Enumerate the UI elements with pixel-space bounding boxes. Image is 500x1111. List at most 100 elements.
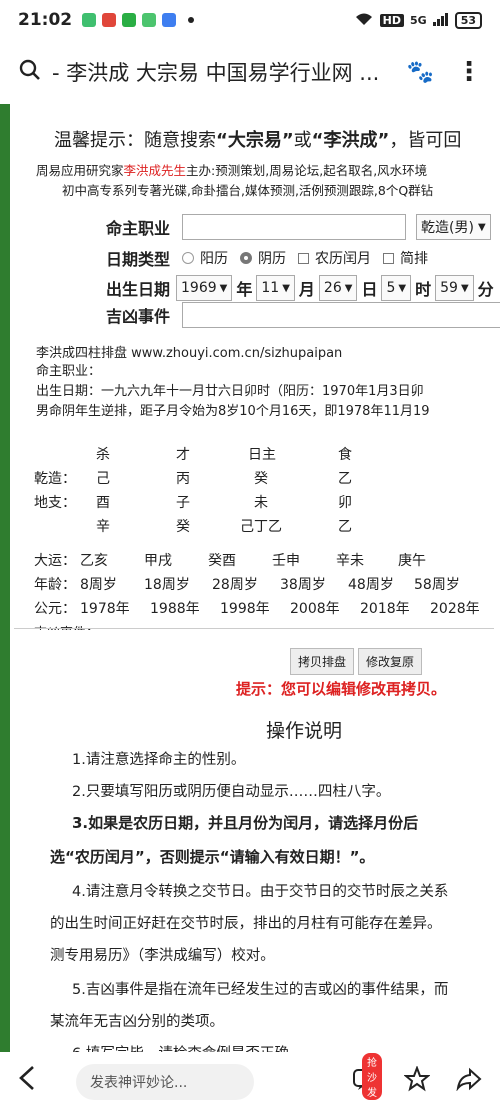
page-title[interactable]: - 李洪成 大宗易 中国易学行业网 ... [52,57,399,87]
dayun-cell: 甲戌 [144,553,172,569]
status-time: 21:02 [18,10,73,30]
intro-a: 周易应用研究家 [36,163,124,178]
hour-select[interactable]: 5 ▼ [381,275,412,301]
hour-unit: 时 [415,280,432,299]
instruction-3a: 3.如果是农历日期，并且月份为闰月，请选择月份后 [72,814,419,832]
branch-cell: 子 [176,495,190,511]
year-cell: 1988年 [150,601,200,617]
web-page[interactable]: 温馨提示：随意搜索“大宗易”或“李洪成”，皆可回 周易应用研究家李洪成先生主办:… [0,104,500,1052]
simple-label: 简排 [400,251,429,267]
more-notifications-icon [188,17,195,23]
year-arrow-icon: ▼ [219,282,228,294]
instruction-2: 2.只要填写阳历或阴历便自动显示……四柱八字。 [72,784,391,800]
age-label: 年龄： [34,577,76,593]
instruction-5a: 5.吉凶事件是指在流年已经发生过的吉或凶的事件结果，而 [72,982,449,998]
age-cell: 8周岁 [80,577,117,593]
age-cell: 18周岁 [144,577,190,593]
tip-keyword-2: “李洪成” [311,130,390,151]
battery-level: 53 [460,13,476,27]
copy-chart-button[interactable]: 拷贝排盘 [290,648,355,675]
year-cell: 2018年 [360,601,410,617]
intro-line-2: 初中高专系列专著光碟,命卦擂台,媒体预测,活例预测跟踪,8个Q群钻 [62,183,434,198]
search-icon[interactable] [18,58,42,86]
instruction-4a: 4.请注意月令转换之交节日。由于交节日的交节时辰之关系 [72,884,449,900]
event-input[interactable] [182,302,500,328]
comment-input[interactable]: 发表神评妙论... [76,1063,254,1100]
star-icon[interactable] [403,1064,431,1098]
baidu-paw-icon[interactable]: 🐾 [407,60,434,85]
intro-b: 主办:预测策划,周易论坛,起名取名,风水环境 [186,163,428,178]
datetype-label: 日期类型 [106,250,171,269]
left-green-border [0,104,10,1052]
cloud-notification-icon [162,13,177,27]
news-notification-icon [102,13,117,27]
instruction-1: 1.请注意选择命主的性别。 [72,752,246,768]
lunar-label: 阴历 [258,251,287,267]
action-buttons: 拷贝排盘 修改复原 [290,648,423,675]
event-row: 吉凶事件 [106,302,500,328]
minute-unit: 分 [477,280,494,299]
year-cell: 2028年 [430,601,480,617]
branch-cell: 卯 [338,495,352,511]
dropdown-arrow-icon: ▼ [477,221,486,233]
simple-checkbox[interactable] [383,252,395,264]
age-cell: 28周岁 [212,577,258,593]
gender-select[interactable]: 乾造(男) ▼ [416,214,491,240]
solar-radio[interactable] [182,252,195,264]
month-unit: 月 [298,280,315,299]
browser-top-bar: - 李洪成 大宗易 中国易学行业网 ... 🐾 ⋮ [0,40,500,104]
god-cell: 食 [338,447,352,463]
minute-select[interactable]: 59 ▼ [435,275,474,301]
year-cell: 1978年 [80,601,130,617]
result-line-4: 男命阴年生逆排，距子月令始为8岁10个月16天，即1978年11月19 [36,404,430,419]
comment-placeholder: 发表神评妙论... [90,1074,188,1091]
instruction-4c: 测专用易历》（李洪成编写）校对。 [50,948,275,964]
stem-cell: 乙 [338,471,352,487]
dayun-cell: 庚午 [398,553,426,569]
tip-prefix: 温馨提示：随意搜索 [54,130,216,151]
year-select[interactable]: 1969 ▼ [176,275,233,301]
month-select[interactable]: 11 ▼ [256,275,295,301]
lunar-radio[interactable] [240,252,253,264]
more-menu-icon[interactable]: ⋮ [456,57,482,87]
section-divider [14,628,494,629]
share-icon[interactable] [456,1067,482,1097]
sofa-badge: 抢沙发 [362,1052,382,1100]
age-cell: 48周岁 [348,577,394,593]
hour-value: 5 [386,280,396,296]
app-notification-icon [82,13,97,27]
instruction-3b: 选“农历闰月”，否则提示“请输入有效日期！”。 [50,848,375,866]
leap-month-label: 农历闰月 [315,251,372,267]
network-5g-label: 5G [410,13,427,27]
day-unit: 日 [361,280,378,299]
job-label: 命主职业 [106,219,171,238]
day-select[interactable]: 26 ▼ [318,275,358,301]
god-cell: 才 [176,447,190,463]
wifi-icon [354,12,374,29]
day-arrow-icon: ▼ [344,282,353,294]
tip-keyword-1: “大宗易” [216,130,294,151]
day-value: 26 [323,280,342,296]
intro-name-link[interactable]: 李洪成先生 [124,163,187,178]
hd-badge: HD [379,13,404,27]
tip-suffix: ，皆可回 [389,130,462,151]
job-input[interactable] [182,214,407,240]
hour-arrow-icon: ▼ [398,282,407,294]
branch-label: 地支： [34,495,76,511]
year-cell: 1998年 [220,601,270,617]
comment-icon[interactable]: 抢沙发 [352,1052,382,1100]
dayun-cell: 辛未 [336,553,364,569]
age-cell: 38周岁 [280,577,326,593]
wechat-icon [122,13,137,27]
back-icon[interactable] [18,1064,58,1099]
leap-month-checkbox[interactable] [298,252,310,264]
hidden-stem-cell: 己丁乙 [240,519,282,535]
hidden-stem-cell: 辛 [96,519,110,535]
minute-value: 59 [440,280,458,296]
restore-button[interactable]: 修改复原 [358,648,423,675]
month-value: 11 [261,280,280,296]
result-line-2: 命主职业： [36,364,102,379]
status-bar: 21:02 HD 5G 53 [0,0,500,40]
signal-icon [432,12,449,29]
chat-notification-icon [142,13,157,27]
